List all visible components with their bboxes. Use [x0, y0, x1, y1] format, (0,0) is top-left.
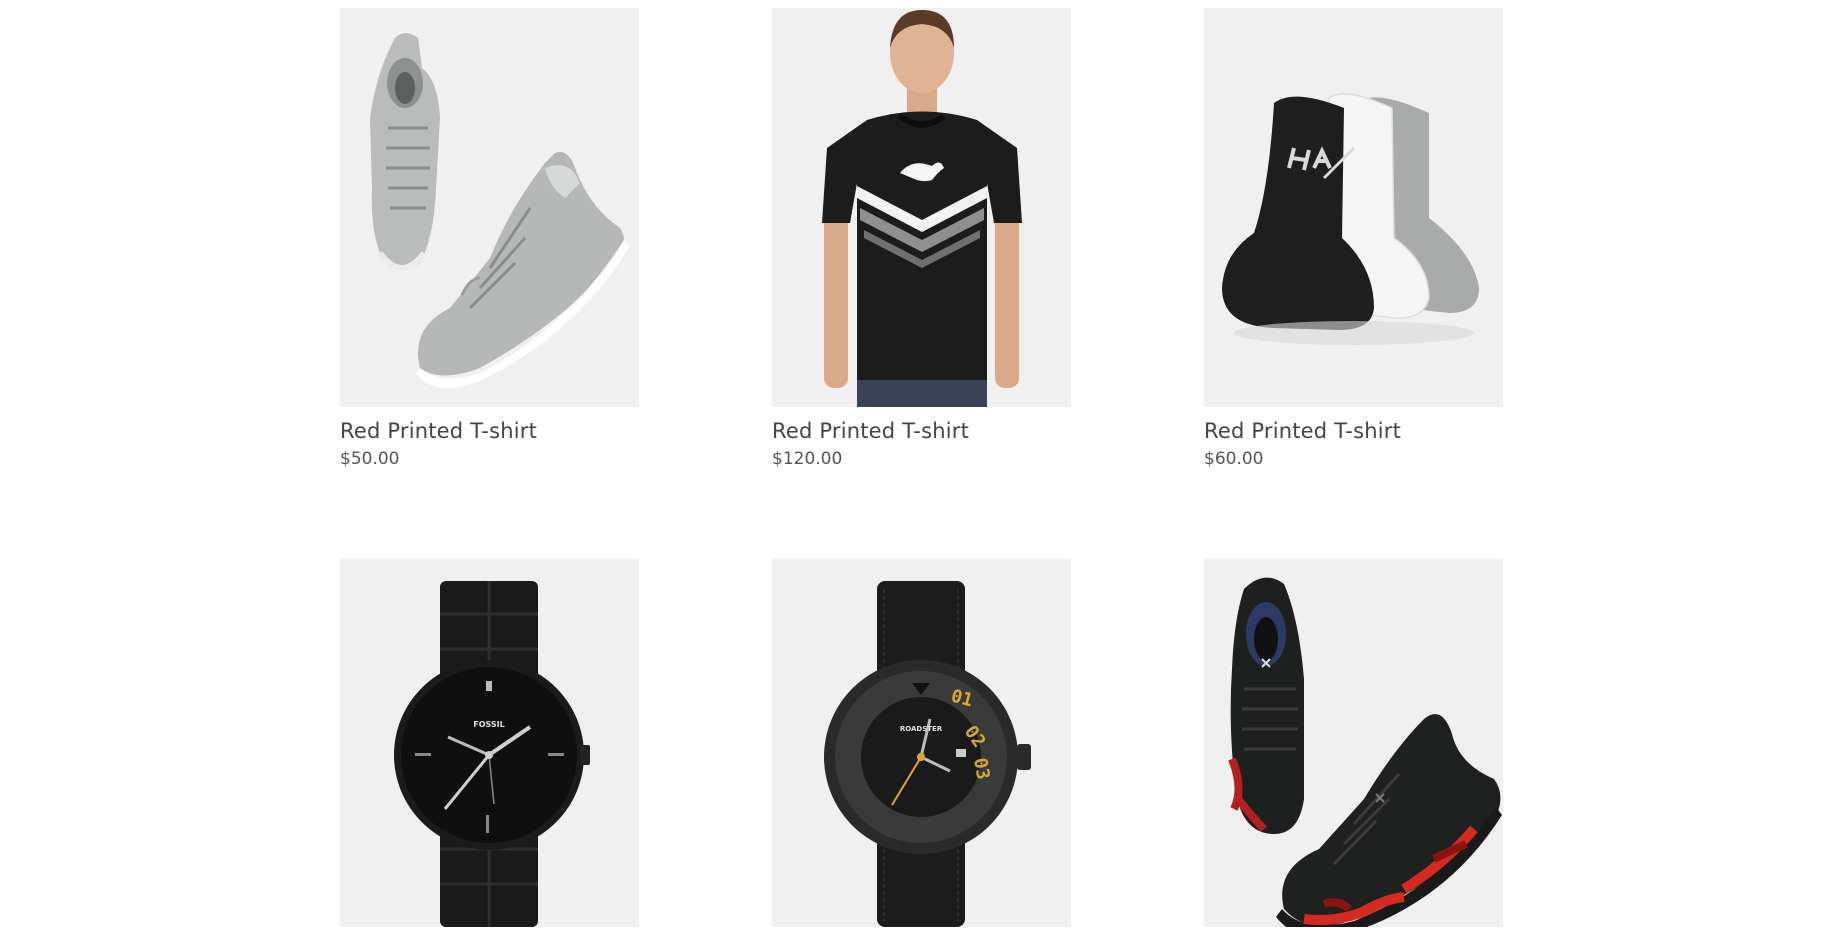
product-price: $60.00	[1204, 449, 1264, 469]
product-card[interactable]: 01 02 03 ROADSTER	[772, 559, 1071, 938]
product-price: $120.00	[772, 449, 843, 469]
product-card[interactable]: Red Printed T-shirt $120.00	[772, 8, 1071, 470]
product-image-tshirt[interactable]	[772, 8, 1071, 407]
fossil-watch-illustration: FOSSIL	[340, 559, 639, 927]
product-card[interactable]: Red Printed T-shirt $50.00	[340, 8, 639, 470]
running-shoes-illustration	[1204, 559, 1503, 927]
watch-brand-label: ROADSTER	[900, 725, 943, 733]
product-title[interactable]: Red Printed T-shirt	[1204, 418, 1503, 444]
product-image-running-shoes[interactable]	[1204, 559, 1503, 927]
watch-brand-label: FOSSIL	[473, 720, 505, 729]
sneakers-illustration	[340, 8, 639, 407]
product-image-socks[interactable]	[1204, 8, 1503, 407]
watch-digit-3: 03	[969, 756, 993, 781]
product-card[interactable]: Red Printed T-shirt $60.00	[1204, 8, 1503, 470]
tshirt-model-illustration	[772, 8, 1071, 407]
product-card[interactable]: FOSSIL	[340, 559, 639, 938]
product-title[interactable]: Red Printed T-shirt	[772, 418, 1071, 444]
product-price: $50.00	[340, 449, 400, 469]
roadster-watch-illustration: 01 02 03 ROADSTER	[772, 559, 1071, 927]
product-image-fossil-watch[interactable]: FOSSIL	[340, 559, 639, 927]
product-image-sneakers[interactable]	[340, 8, 639, 407]
product-image-roadster-watch[interactable]: 01 02 03 ROADSTER	[772, 559, 1071, 927]
product-card[interactable]	[1204, 559, 1503, 938]
product-title[interactable]: Red Printed T-shirt	[340, 418, 639, 444]
socks-illustration	[1204, 8, 1503, 407]
